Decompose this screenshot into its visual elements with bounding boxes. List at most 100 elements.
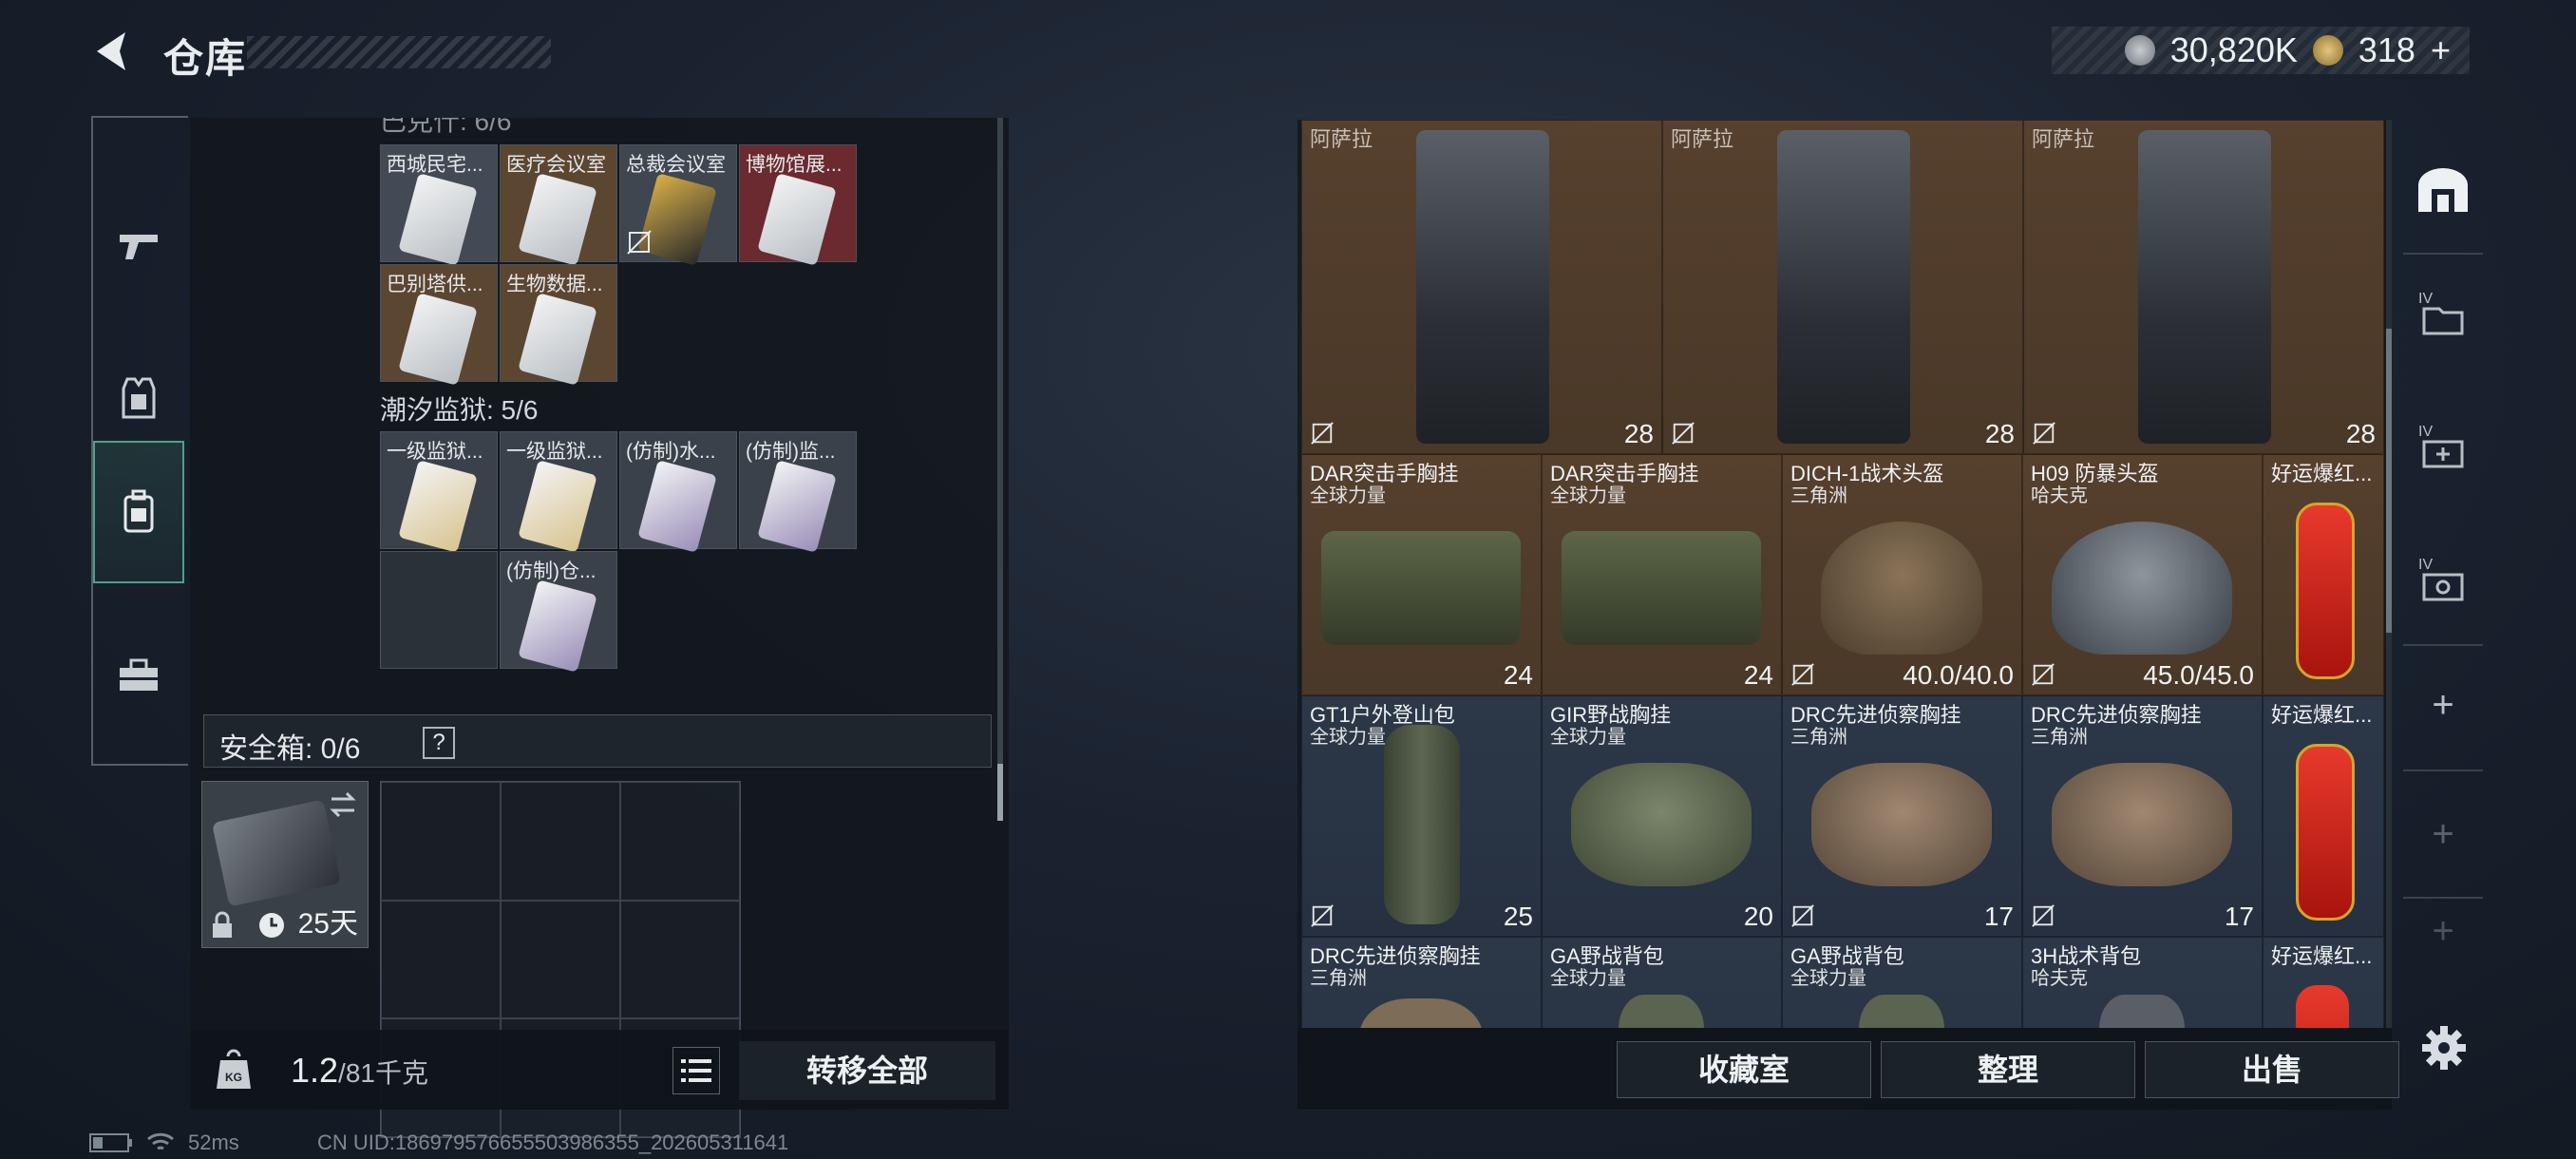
back-button[interactable]	[87, 27, 137, 76]
helmet-image	[1821, 522, 1982, 655]
keycard-item[interactable]: 一级监狱...	[500, 431, 617, 553]
gear-icon	[2422, 1026, 2466, 1070]
keycard-item[interactable]: (仿制)监...	[739, 431, 857, 553]
item-faction: 三角洲	[2031, 727, 2088, 748]
case-icon: IV	[2418, 557, 2464, 601]
inventory-item[interactable]: DRC先进侦察胸挂 三角洲 17	[2022, 695, 2263, 937]
item-durability: 45.0/45.0	[2143, 660, 2254, 690]
item-name: 一级监狱...	[387, 441, 483, 463]
inventory-item[interactable]: 好运爆红...	[2263, 454, 2384, 695]
keycard-item[interactable]: 西城民宅...	[380, 144, 498, 266]
add-slot-button[interactable]: +	[2403, 648, 2483, 762]
help-button[interactable]: ?	[423, 727, 455, 759]
safe-case-image	[211, 799, 342, 907]
keycard-item[interactable]: 医疗会议室	[500, 144, 617, 266]
inventory-item[interactable]: DICH-1战术头盔 三角洲 40.0/40.0	[1782, 454, 2022, 695]
item-count: 24	[1743, 660, 1773, 690]
no-trade-icon	[1791, 663, 1814, 686]
item-count: 28	[2345, 419, 2376, 448]
sort-button[interactable]: 整理	[1881, 1041, 2135, 1098]
no-trade-icon	[627, 230, 652, 255]
keycard-item[interactable]: 巴别塔供...	[380, 264, 498, 386]
safe-slot[interactable]	[620, 782, 740, 901]
stash-scrollbar[interactable]	[997, 118, 1003, 821]
list-view-button[interactable]	[672, 1047, 720, 1094]
vest-image	[1416, 130, 1549, 444]
stash-list[interactable]: 巴克什: 6/6 西城民宅... 医疗会议室 总裁会议室 博物馆展... 巴别塔…	[190, 118, 1007, 821]
safe-slot[interactable]	[620, 900, 740, 1019]
keycard-icon	[518, 460, 597, 553]
inventory-item[interactable]: GA野战背包 全球力量	[1782, 937, 2022, 1028]
inventory-item[interactable]: GIR野战胸挂 全球力量 20	[1542, 695, 1782, 937]
keycard-item[interactable]: 博物馆展...	[739, 144, 857, 266]
keycard-item[interactable]: (仿制)仓...	[500, 551, 617, 673]
container-rail: IV IV IV + + +	[2403, 124, 2483, 960]
item-faction: 三角洲	[1310, 968, 1367, 989]
currency-bar: 30,820K 318 +	[2052, 27, 2470, 74]
item-faction: 全球力量	[1550, 968, 1626, 989]
inventory-panel: 阿萨拉 28 阿萨拉 28 阿萨拉 28 DAR突击手胸挂 全球力量 24 DA…	[1297, 120, 2392, 1028]
inventory-grid[interactable]: 阿萨拉 28 阿萨拉 28 阿萨拉 28 DAR突击手胸挂 全球力量 24 DA…	[1301, 120, 2384, 1028]
empty-slot[interactable]	[380, 551, 498, 669]
inventory-item[interactable]: DAR突击手胸挂 全球力量 24	[1301, 454, 1542, 695]
keycard-item[interactable]: 生物数据...	[500, 264, 617, 386]
stash-icon	[2418, 168, 2468, 212]
nav-weapon-tab[interactable]	[93, 175, 184, 317]
inventory-scrollbar[interactable]	[2386, 120, 2392, 1028]
nav-backpack-tab[interactable]	[93, 441, 184, 583]
add-slot-button[interactable]: +	[2403, 777, 2483, 891]
inventory-item[interactable]: 阿萨拉 28	[1662, 120, 2023, 454]
keycard-item[interactable]: (仿制)水...	[619, 431, 737, 553]
keycard-item[interactable]: 一级监狱...	[380, 431, 498, 553]
inventory-footer: 收藏室 整理 出售	[1297, 1028, 2399, 1110]
inventory-item[interactable]: 好运爆红...	[2263, 695, 2384, 937]
safe-box-item[interactable]: 25天	[201, 781, 369, 948]
settings-button[interactable]	[2420, 1024, 2468, 1072]
item-faction: 全球力量	[1310, 485, 1386, 506]
safe-box-label: 安全箱: 0/6	[219, 733, 361, 765]
inventory-item[interactable]: 好运爆红...	[2263, 937, 2384, 1028]
item-name: 好运爆红...	[2271, 703, 2373, 727]
item-name: 西城民宅...	[387, 154, 483, 176]
rail-container-2[interactable]: IV	[2403, 390, 2483, 504]
safe-slot[interactable]	[381, 900, 501, 1019]
keycard-icon	[518, 293, 597, 386]
chest-rig-image	[1359, 998, 1483, 1028]
item-count: 25	[1503, 902, 1533, 931]
item-name: 阿萨拉	[1310, 127, 1373, 151]
item-faction: 三角洲	[1790, 485, 1847, 506]
collection-room-button[interactable]: 收藏室	[1617, 1041, 1871, 1098]
inventory-item[interactable]: DRC先进侦察胸挂 三角洲 17	[1782, 695, 2022, 937]
no-trade-icon	[2033, 422, 2055, 445]
rail-container-1[interactable]: IV	[2403, 256, 2483, 370]
inventory-item[interactable]: GA野战背包 全球力量	[1542, 937, 1782, 1028]
safe-slot[interactable]	[381, 782, 501, 901]
inventory-item[interactable]: 3H战术背包 哈夫克	[2022, 937, 2263, 1028]
item-name: (仿制)仓...	[506, 560, 597, 582]
nav-toolbox-tab[interactable]	[93, 604, 184, 747]
item-name: 巴别塔供...	[387, 274, 483, 295]
chest-rig-image	[1562, 531, 1761, 645]
safe-slot[interactable]	[501, 900, 620, 1019]
item-faction: 全球力量	[1550, 727, 1626, 748]
inventory-item[interactable]: 阿萨拉 28	[2023, 120, 2384, 454]
rail-container-3[interactable]: IV	[2403, 522, 2483, 636]
add-ticket-button[interactable]: +	[2431, 30, 2451, 70]
item-name: 医疗会议室	[506, 154, 606, 176]
keycard-item[interactable]: 总裁会议室	[619, 144, 737, 266]
transfer-all-button[interactable]: 转移全部	[739, 1041, 995, 1100]
inventory-item[interactable]: GT1户外登山包 全球力量 25	[1301, 695, 1542, 937]
item-faction: 全球力量	[1310, 727, 1386, 748]
inventory-item[interactable]: H09 防暴头盔 哈夫克 45.0/45.0	[2022, 454, 2263, 695]
safe-slot[interactable]	[501, 782, 620, 901]
swap-icon[interactable]	[328, 789, 358, 820]
rail-stash-tab[interactable]	[2403, 133, 2483, 247]
sell-button[interactable]: 出售	[2145, 1041, 2399, 1098]
inventory-item[interactable]: DAR突击手胸挂 全球力量 24	[1542, 454, 1782, 695]
inventory-item[interactable]: DRC先进侦察胸挂 三角洲	[1301, 937, 1542, 1028]
inventory-item[interactable]: 阿萨拉 28	[1301, 120, 1662, 454]
keycard-icon	[757, 173, 837, 266]
item-name: 好运爆红...	[2271, 462, 2373, 485]
svg-text:KG: KG	[225, 1071, 242, 1084]
add-slot-button[interactable]: +	[2403, 902, 2483, 960]
